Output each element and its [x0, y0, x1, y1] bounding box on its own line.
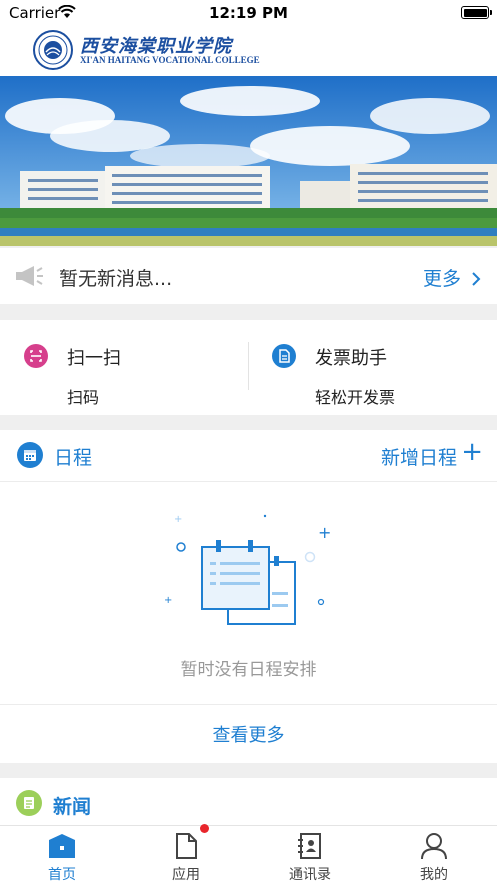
news-section[interactable]: 新闻 — [0, 778, 497, 830]
tab-contacts-label: 通讯录 — [289, 867, 331, 883]
plus-icon[interactable]: + — [461, 438, 483, 466]
schedule-card: 日程 新增日程 + + + + 暂时没有日程安排 查看更多 — [0, 430, 497, 763]
campus-banner[interactable] — [0, 76, 497, 246]
contacts-icon — [298, 833, 321, 859]
megaphone-icon — [16, 266, 43, 286]
svg-text:+: + — [318, 523, 331, 542]
tab-apps-label: 应用 — [172, 867, 200, 883]
empty-schedule-text: 暂时没有日程安排 — [180, 660, 317, 680]
empty-schedule-illustration: + + + — [164, 514, 331, 625]
news-icon — [16, 790, 42, 816]
college-emblem-icon — [33, 30, 73, 70]
svg-text:+: + — [164, 595, 172, 606]
tab-profile-label: 我的 — [420, 867, 448, 883]
tab-home-label: 首页 — [48, 867, 76, 883]
tab-profile[interactable]: 我的 — [372, 826, 496, 883]
notice-more-label: 更多 — [422, 268, 461, 290]
invoice-action[interactable]: 发票助手 轻松开发票 — [248, 320, 496, 415]
view-more-button[interactable]: 查看更多 — [0, 721, 497, 747]
college-name-en: XI'AN HAITANG VOCATIONAL COLLEGE — [80, 55, 260, 65]
tab-home[interactable]: 首页 — [0, 826, 124, 883]
invoice-title: 发票助手 — [315, 348, 387, 369]
scan-icon — [24, 344, 48, 368]
notice-bar[interactable]: 暂无新消息... 更多 — [0, 248, 497, 304]
apps-badge — [200, 824, 209, 833]
college-header: 西安海棠职业学院 XI'AN HAITANG VOCATIONAL COLLEG… — [0, 26, 497, 76]
schedule-title: 日程 — [54, 447, 93, 469]
invoice-icon — [272, 344, 296, 368]
tab-apps[interactable]: 应用 — [124, 824, 248, 883]
calendar-icon — [17, 442, 43, 468]
svg-text:+: + — [174, 514, 182, 525]
battery-icon — [461, 6, 492, 19]
schedule-header: 日程 新增日程 + — [0, 430, 497, 482]
clock: 12:19 PM — [209, 4, 288, 22]
scan-title: 扫一扫 — [67, 348, 121, 369]
invoice-subtitle: 轻松开发票 — [315, 388, 396, 407]
apps-icon — [176, 833, 197, 859]
add-schedule-button[interactable]: 新增日程 — [381, 443, 457, 470]
scan-action[interactable]: 扫一扫 扫码 — [0, 320, 248, 415]
status-bar: Carrier 12:19 PM — [0, 0, 497, 26]
scan-subtitle: 扫码 — [67, 388, 100, 407]
home-icon — [49, 834, 75, 858]
campus-banner-image — [0, 76, 497, 246]
tab-bar: 首页 应用 通讯录 我的 — [0, 824, 497, 883]
news-title: 新闻 — [53, 796, 92, 818]
notice-more-link[interactable]: 更多 — [423, 264, 481, 291]
schedule-divider — [0, 704, 497, 705]
profile-icon — [421, 833, 447, 860]
quick-actions: 扫一扫 扫码 发票助手 轻松开发票 — [0, 320, 497, 415]
notice-text: 暂无新消息... — [59, 268, 173, 290]
chevron-right-icon — [472, 272, 481, 286]
tab-contacts[interactable]: 通讯录 — [248, 826, 372, 883]
